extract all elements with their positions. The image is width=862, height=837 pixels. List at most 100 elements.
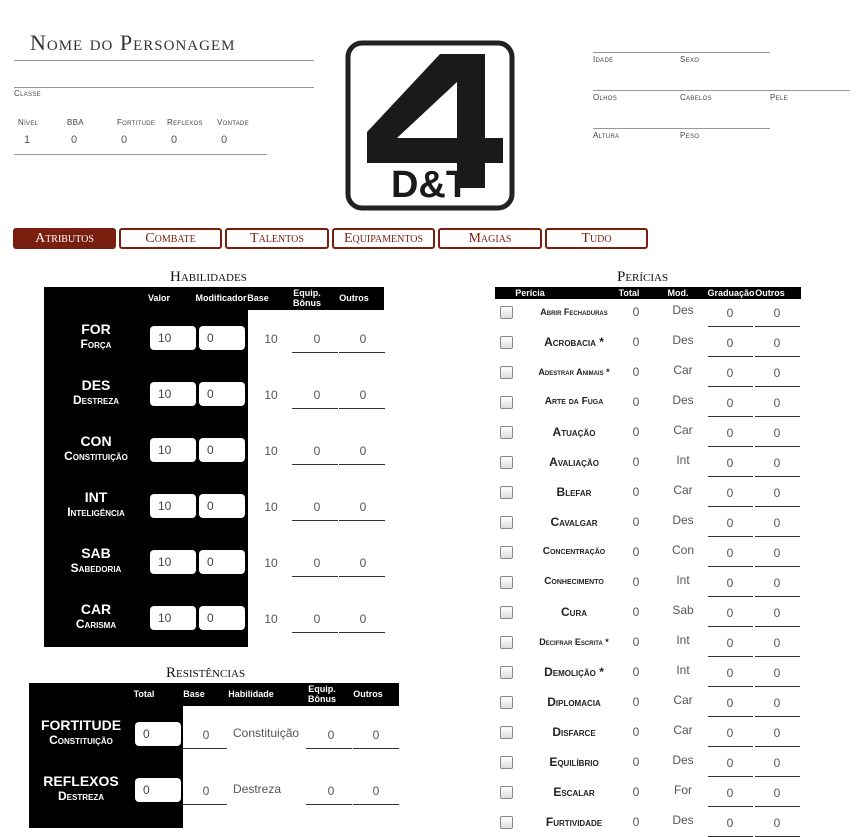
character-name-input[interactable]: Nome do Personagem (30, 30, 235, 56)
ability-value-input[interactable]: 10 (150, 550, 196, 574)
ability-value-input[interactable]: 10 (150, 382, 196, 406)
skill-outros[interactable]: 0 (767, 726, 787, 740)
skill-checkbox[interactable] (500, 756, 513, 769)
ability-value-input[interactable]: 10 (150, 438, 196, 462)
skill-graduacao[interactable]: 0 (720, 396, 740, 410)
skill-checkbox[interactable] (500, 366, 513, 379)
skill-graduacao[interactable]: 0 (720, 426, 740, 440)
resistance-outros-underline (353, 748, 399, 749)
ability-equip[interactable]: 0 (302, 388, 332, 402)
skill-graduacao[interactable]: 0 (720, 336, 740, 350)
skill-graduacao[interactable]: 0 (720, 636, 740, 650)
tab-combate[interactable]: Combate (119, 228, 222, 249)
skill-graduacao[interactable]: 0 (720, 606, 740, 620)
skill-outros[interactable]: 0 (767, 606, 787, 620)
ability-outros[interactable]: 0 (348, 388, 378, 402)
tab-tudo[interactable]: Tudo (545, 228, 648, 249)
resistance-equip[interactable]: 0 (316, 784, 346, 798)
skill-graduacao[interactable]: 0 (720, 576, 740, 590)
ability-outros[interactable]: 0 (348, 556, 378, 570)
skill-outros[interactable]: 0 (767, 516, 787, 530)
ability-equip[interactable]: 0 (302, 500, 332, 514)
ability-outros[interactable]: 0 (348, 444, 378, 458)
skill-outros[interactable]: 0 (767, 576, 787, 590)
skill-outros[interactable]: 0 (767, 666, 787, 680)
resistance-outros[interactable]: 0 (361, 728, 391, 742)
ability-equip[interactable]: 0 (302, 444, 332, 458)
skill-graduacao[interactable]: 0 (720, 666, 740, 680)
tab-talentos[interactable]: Talentos (225, 228, 329, 249)
ability-base: 10 (264, 500, 278, 514)
skill-checkbox[interactable] (500, 486, 513, 499)
ability-equip[interactable]: 0 (302, 612, 332, 626)
ability-value-input[interactable]: 10 (150, 606, 196, 630)
res-col-base: Base (183, 689, 205, 699)
skill-graduacao[interactable]: 0 (720, 306, 740, 320)
skill-outros[interactable]: 0 (767, 456, 787, 470)
skill-checkbox[interactable] (500, 726, 513, 739)
skill-outros[interactable]: 0 (767, 546, 787, 560)
reflexos-label: Reflexos (167, 118, 203, 127)
skill-checkbox[interactable] (500, 306, 513, 319)
skill-checkbox[interactable] (500, 336, 513, 349)
skill-graduacao[interactable]: 0 (720, 456, 740, 470)
skill-outros[interactable]: 0 (767, 426, 787, 440)
ability-modifier-input[interactable]: 0 (199, 550, 245, 574)
ability-modifier-input[interactable]: 0 (199, 494, 245, 518)
skill-checkbox[interactable] (500, 456, 513, 469)
skill-graduacao[interactable]: 0 (720, 696, 740, 710)
ability-outros[interactable]: 0 (348, 332, 378, 346)
skill-checkbox[interactable] (500, 516, 513, 529)
ability-modifier-input[interactable]: 0 (199, 382, 245, 406)
skill-checkbox[interactable] (500, 426, 513, 439)
skill-outros[interactable]: 0 (767, 336, 787, 350)
ability-equip[interactable]: 0 (302, 556, 332, 570)
skill-checkbox[interactable] (500, 396, 513, 409)
skill-outros[interactable]: 0 (767, 366, 787, 380)
ability-modifier-input[interactable]: 0 (199, 326, 245, 350)
resistance-total-input[interactable]: 0 (135, 722, 181, 746)
resistance-outros[interactable]: 0 (361, 784, 391, 798)
skill-checkbox[interactable] (500, 786, 513, 799)
ability-outros[interactable]: 0 (348, 612, 378, 626)
skill-outros[interactable]: 0 (767, 786, 787, 800)
skill-graduacao[interactable]: 0 (720, 486, 740, 500)
skill-outros[interactable]: 0 (767, 306, 787, 320)
skill-checkbox[interactable] (500, 576, 513, 589)
skill-graduacao[interactable]: 0 (720, 816, 740, 830)
tab-magias[interactable]: Magias (438, 228, 542, 249)
ability-value-input[interactable]: 10 (150, 326, 196, 350)
skill-graduacao[interactable]: 0 (720, 786, 740, 800)
skill-outros[interactable]: 0 (767, 696, 787, 710)
skill-outros-underline (755, 776, 800, 777)
ability-outros[interactable]: 0 (348, 500, 378, 514)
skill-graduacao[interactable]: 0 (720, 546, 740, 560)
ability-value-input[interactable]: 10 (150, 494, 196, 518)
skill-outros[interactable]: 0 (767, 396, 787, 410)
skill-outros[interactable]: 0 (767, 756, 787, 770)
skill-name: Arte da Fuga (544, 396, 604, 407)
skill-outros[interactable]: 0 (767, 816, 787, 830)
skill-outros[interactable]: 0 (767, 486, 787, 500)
ability-abbr: DES (81, 377, 111, 393)
tab-equipamentos[interactable]: Equipamentos (332, 228, 435, 249)
skill-checkbox[interactable] (500, 816, 513, 829)
skill-checkbox[interactable] (500, 636, 513, 649)
resistance-equip[interactable]: 0 (316, 728, 346, 742)
tab-atributos[interactable]: Atributos (13, 228, 116, 249)
skill-checkbox[interactable] (500, 666, 513, 679)
ability-equip[interactable]: 0 (302, 332, 332, 346)
dt-logo: D&T (345, 40, 515, 211)
skill-graduacao[interactable]: 0 (720, 726, 740, 740)
skill-checkbox[interactable] (500, 606, 513, 619)
skill-checkbox[interactable] (500, 696, 513, 709)
skill-graduacao[interactable]: 0 (720, 756, 740, 770)
skill-graduacao[interactable]: 0 (720, 366, 740, 380)
resistance-total-input[interactable]: 0 (135, 778, 181, 802)
ability-modifier-input[interactable]: 0 (199, 438, 245, 462)
skill-checkbox[interactable] (500, 546, 513, 559)
skill-graduacao[interactable]: 0 (720, 516, 740, 530)
ability-modifier-input[interactable]: 0 (199, 606, 245, 630)
ability-outros-underline (339, 632, 385, 633)
skill-outros[interactable]: 0 (767, 636, 787, 650)
